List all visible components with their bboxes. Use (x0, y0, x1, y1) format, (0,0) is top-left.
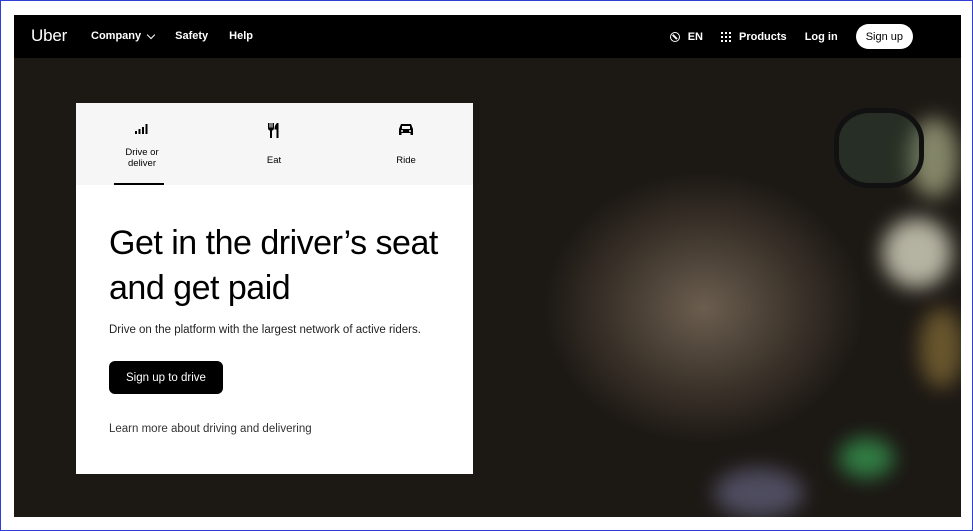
nav-left-links: Company Safety Help (91, 30, 253, 42)
language-label: EN (687, 30, 703, 43)
sign-up-to-drive-button[interactable]: Sign up to drive (109, 361, 223, 394)
hero-subtext: Drive on the platform with the largest n… (109, 324, 421, 336)
login-link[interactable]: Log in (805, 31, 838, 43)
car-icon (399, 124, 413, 135)
chevron-down-icon (146, 30, 156, 39)
products-menu[interactable]: Products (721, 31, 787, 43)
grid-icon (721, 31, 731, 42)
products-label: Products (739, 30, 787, 43)
nav-help-label: Help (229, 30, 253, 42)
signup-button[interactable]: Sign up (855, 24, 913, 49)
bokeh-light (714, 468, 804, 517)
hero-card: Drive or deliver Eat Ride Get in the dri… (76, 103, 473, 474)
fork-knife-icon (268, 123, 279, 138)
nav-safety-label: Safety (175, 30, 209, 42)
globe-icon (669, 31, 680, 42)
nav-help[interactable]: Help (229, 30, 253, 42)
top-nav: Uber Company Safety Help EN Products Log… (14, 15, 961, 58)
signal-bars-icon (135, 124, 148, 134)
tab-drive-or-deliver[interactable]: Drive or deliver (76, 103, 208, 185)
nav-company-label: Company (91, 30, 142, 42)
hero-headline: Get in the driver’s seat and get paid (109, 224, 438, 307)
nav-right-links: EN Products Log in Sign up (669, 24, 913, 49)
card-tabs: Drive or deliver Eat Ride (76, 103, 473, 185)
uber-logo[interactable]: Uber (31, 26, 67, 46)
page-viewport: Uber Company Safety Help EN Products Log… (14, 15, 961, 517)
bokeh-light (839, 438, 894, 478)
tab-eat[interactable]: Eat (208, 103, 340, 185)
language-selector[interactable]: EN (669, 30, 703, 43)
tab-eat-label: Eat (266, 155, 282, 166)
nav-safety[interactable]: Safety (175, 30, 208, 42)
nav-company[interactable]: Company (91, 30, 156, 42)
tab-drive-label: Drive or deliver (125, 147, 159, 169)
learn-more-link[interactable]: Learn more about driving and delivering (109, 423, 312, 435)
tab-ride-label: Ride (396, 155, 416, 166)
driver-glasses (834, 108, 924, 188)
bokeh-light (882, 218, 952, 288)
bokeh-light (919, 308, 961, 388)
tab-ride[interactable]: Ride (340, 103, 472, 185)
browser-frame: Uber Company Safety Help EN Products Log… (0, 0, 973, 531)
